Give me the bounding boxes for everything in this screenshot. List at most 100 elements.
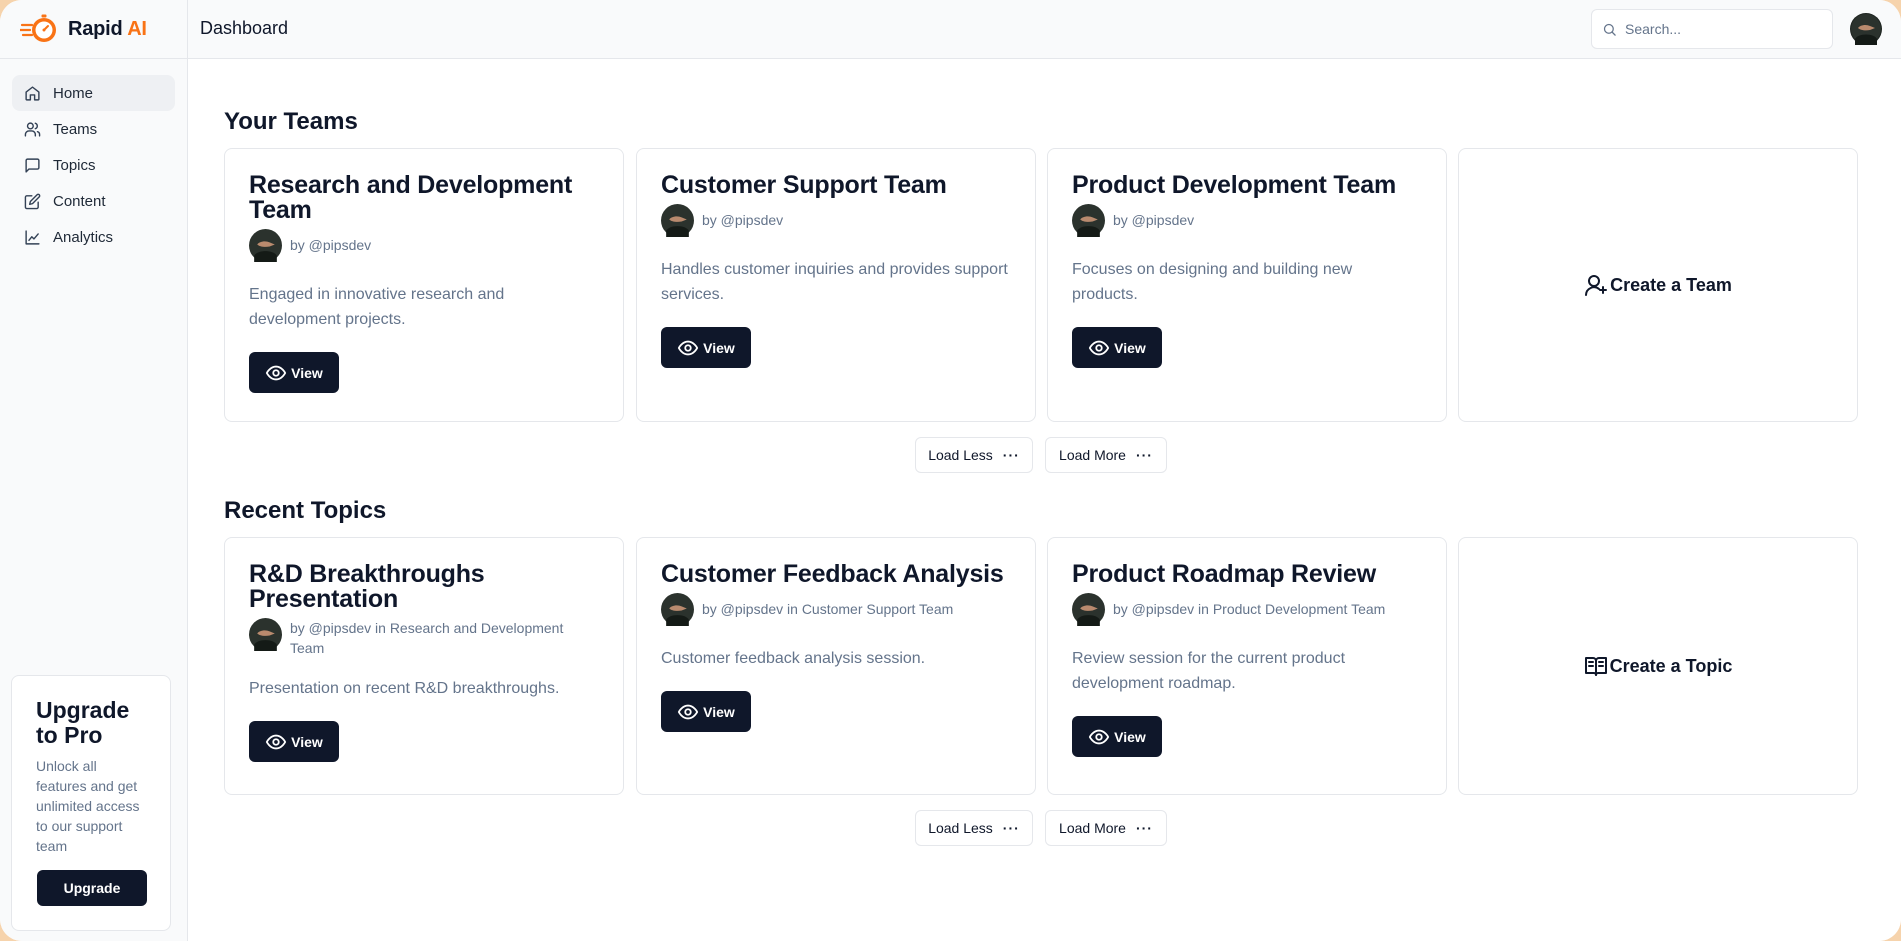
card-title: Customer Feedback Analysis	[661, 560, 1004, 588]
card-byline: by @pipsdev	[1072, 204, 1422, 237]
line-chart-icon	[25, 229, 40, 245]
app-window: Rapid AI Home Teams Topics Content Analy…	[0, 0, 1901, 941]
create-topic-label: Create a Topic	[1609, 655, 1733, 676]
card-byline: by @pipsdev in Product Development Team	[1072, 593, 1422, 626]
card-title: Research and Development Team	[249, 171, 573, 224]
message-square-icon	[25, 157, 40, 173]
team-card: Customer Support Team by @pipsdev Handle…	[636, 148, 1036, 422]
sidebar-item-label: Topics	[53, 156, 96, 174]
load-more-teams-button[interactable]: Load More ···	[1045, 437, 1167, 473]
author-text: by @pipsdev in Research and Development …	[290, 620, 564, 656]
brand[interactable]: Rapid AI	[0, 0, 187, 59]
ellipsis-icon: ···	[1135, 447, 1153, 463]
view-button[interactable]: View	[1072, 327, 1162, 368]
view-button[interactable]: View	[1072, 716, 1162, 757]
load-more-label: Load More	[1059, 447, 1126, 463]
team-card: Product Development Team by @pipsdev Foc…	[1047, 148, 1447, 422]
topic-card: R&D Breakthroughs Presentation by @pipsd…	[224, 537, 624, 795]
create-team-card[interactable]: Create a Team	[1458, 148, 1858, 422]
search-box[interactable]	[1591, 9, 1833, 49]
card-title: Product Roadmap Review	[1072, 560, 1376, 588]
view-button[interactable]: View	[249, 352, 339, 393]
stopwatch-logo-icon	[20, 14, 56, 42]
eye-icon	[266, 734, 287, 749]
search-icon	[1603, 23, 1616, 36]
eye-icon	[678, 704, 699, 719]
card-byline: by @pipsdev	[661, 204, 1011, 237]
create-team-label: Create a Team	[1610, 274, 1732, 295]
brand-name-main: Rapid	[68, 17, 123, 40]
load-less-label: Load Less	[928, 820, 993, 836]
sidebar-item-topics[interactable]: Topics	[12, 147, 175, 183]
author-text: by @pipsdev in Product Development Team	[1113, 601, 1386, 617]
view-button-label: View	[291, 364, 323, 381]
top-header: Dashboard	[188, 0, 1901, 59]
sidebar-item-label: Content	[53, 192, 106, 210]
ellipsis-icon: ···	[1135, 820, 1153, 836]
card-description: Handles customer inquiries and provides …	[661, 261, 1008, 303]
card-description: Focuses on designing and building new pr…	[1072, 261, 1353, 303]
view-button-label: View	[703, 339, 735, 356]
author-avatar	[661, 593, 694, 626]
topic-card: Customer Feedback Analysis by @pipsdev i…	[636, 537, 1036, 795]
sidebar-item-label: Analytics	[53, 228, 114, 246]
sidebar-item-home[interactable]: Home	[12, 75, 175, 111]
load-more-label: Load More	[1059, 820, 1126, 836]
view-button-label: View	[1114, 728, 1146, 745]
author-avatar	[1072, 593, 1105, 626]
your-teams-heading: Your Teams	[224, 108, 358, 135]
view-button-label: View	[703, 703, 735, 720]
card-byline: by @pipsdev	[249, 229, 599, 262]
view-button-label: View	[1114, 339, 1146, 356]
author-text: by @pipsdev	[290, 237, 372, 253]
load-less-label: Load Less	[928, 447, 993, 463]
author-text: by @pipsdev in Customer Support Team	[702, 601, 954, 617]
eye-icon	[1089, 729, 1110, 744]
brand-name: Rapid AI	[68, 18, 147, 41]
topic-card: Product Roadmap Review by @pipsdev in Pr…	[1047, 537, 1447, 795]
card-description: Customer feedback analysis session.	[661, 650, 926, 667]
edit-icon	[24, 193, 41, 209]
users-icon	[24, 121, 41, 137]
author-avatar	[661, 204, 694, 237]
card-description: Engaged in innovative research and devel…	[249, 286, 505, 328]
view-button[interactable]: View	[661, 327, 751, 368]
load-less-teams-button[interactable]: Load Less ···	[915, 437, 1033, 473]
eye-icon	[678, 340, 699, 355]
page-title: Dashboard	[200, 18, 289, 38]
user-avatar[interactable]	[1850, 13, 1882, 45]
eye-icon	[266, 365, 287, 380]
upgrade-button[interactable]: Upgrade	[37, 870, 147, 906]
eye-icon	[1089, 340, 1110, 355]
card-title: Product Development Team	[1072, 171, 1396, 199]
card-title: Customer Support Team	[661, 171, 947, 199]
card-description: Review session for the current product d…	[1072, 650, 1346, 692]
view-button-label: View	[291, 733, 323, 750]
book-open-icon	[1584, 657, 1607, 676]
load-more-topics-button[interactable]: Load More ···	[1045, 810, 1167, 846]
user-plus-icon	[1585, 275, 1608, 296]
sidebar-item-content[interactable]: Content	[12, 183, 175, 219]
card-byline: by @pipsdev in Research and Development …	[249, 618, 599, 658]
author-text: by @pipsdev	[1113, 212, 1195, 228]
view-button[interactable]: View	[249, 721, 339, 762]
ellipsis-icon: ···	[1002, 820, 1020, 836]
recent-topics-heading: Recent Topics	[224, 497, 387, 524]
card-title: R&D Breakthroughs Presentation	[249, 560, 485, 613]
sidebar: Rapid AI Home Teams Topics Content Analy…	[0, 0, 188, 941]
home-icon	[25, 85, 40, 101]
author-text: by @pipsdev	[702, 212, 784, 228]
search-input[interactable]	[1625, 21, 1825, 37]
view-button[interactable]: View	[661, 691, 751, 732]
create-topic-card[interactable]: Create a Topic	[1458, 537, 1858, 795]
sidebar-item-label: Home	[53, 84, 94, 102]
sidebar-item-label: Teams	[53, 120, 98, 138]
author-avatar	[249, 229, 282, 262]
author-avatar	[249, 618, 282, 651]
main-content: Your Teams Research and Development Team…	[188, 60, 1901, 941]
load-less-topics-button[interactable]: Load Less ···	[915, 810, 1033, 846]
upgrade-card: Upgrade to Pro Unlock all features and g…	[11, 675, 171, 931]
author-avatar	[1072, 204, 1105, 237]
sidebar-item-analytics[interactable]: Analytics	[12, 219, 175, 255]
sidebar-item-teams[interactable]: Teams	[12, 111, 175, 147]
